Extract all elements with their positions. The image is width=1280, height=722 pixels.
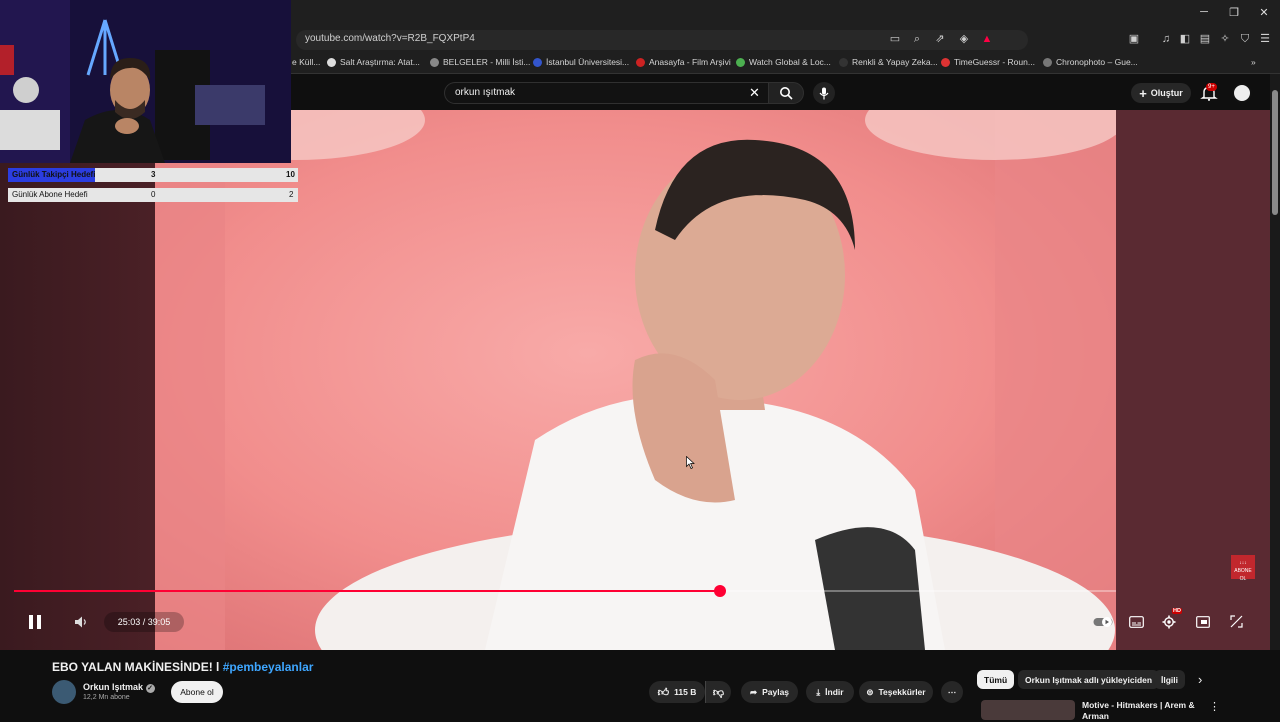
recommendation-menu-icon[interactable]: ⋮	[1209, 700, 1220, 713]
cast-icon[interactable]: ▭	[888, 32, 902, 46]
search-button[interactable]	[768, 82, 804, 104]
chip-from-uploader[interactable]: Orkun Işıtmak adlı yükleyiciden	[1018, 670, 1160, 689]
verified-icon: ✓	[145, 684, 155, 693]
share-page-icon[interactable]: ⇗	[933, 32, 947, 46]
vpn-icon[interactable]: ⛉	[1238, 32, 1252, 46]
chips-next-icon[interactable]: ›	[1198, 672, 1202, 687]
like-button[interactable]: 👍︎ 115 B	[649, 681, 705, 703]
search-query[interactable]: orkun ışıtmak	[455, 87, 515, 98]
bookmark-item[interactable]: Renkli & Yapay Zeka...	[839, 57, 938, 67]
down-arrows-icon: ↓↓↓	[1239, 560, 1247, 566]
settings-gear-icon[interactable]	[1162, 615, 1176, 629]
more-icon: ⋯	[947, 686, 957, 697]
subscriber-goal-label: Günlük Abone Hedefi	[12, 190, 88, 199]
pause-icon[interactable]	[28, 614, 42, 630]
dislike-button[interactable]: 👎︎	[705, 681, 731, 703]
scrollbar-thumb[interactable]	[1272, 90, 1278, 215]
bookmark-item[interactable]: TimeGuessr - Roun...	[941, 57, 1035, 67]
ai-icon[interactable]: ✧	[1218, 32, 1232, 46]
video-frame[interactable]	[155, 110, 1116, 650]
download-icon: ⤓	[816, 686, 821, 697]
chip-all[interactable]: Tümü	[977, 670, 1015, 689]
thumbs-up-icon: 👍︎	[657, 686, 670, 699]
subscriber-goal-current: 0	[151, 190, 156, 199]
account-avatar[interactable]	[1232, 83, 1252, 103]
bookmark-item[interactable]: İstanbul Üniversitesi...	[533, 57, 629, 67]
bookmark-item[interactable]: e Küll...	[292, 57, 320, 67]
shield-icon[interactable]: ◈	[957, 32, 971, 46]
more-actions-button[interactable]: ⋯	[941, 681, 963, 703]
wallet-icon[interactable]: ▤	[1198, 32, 1212, 46]
follower-goal-target: 10	[286, 170, 295, 179]
theater-mode-icon[interactable]	[1196, 616, 1210, 628]
webcam-feed	[0, 0, 291, 163]
clear-search-icon[interactable]: ✕	[749, 85, 760, 101]
share-icon: ➦	[749, 686, 758, 697]
recommendation-title[interactable]: Motive - Hitmakers | Arem & Arman	[1082, 700, 1197, 722]
hd-badge: HD	[1172, 608, 1182, 614]
music-icon[interactable]: ♫	[1159, 32, 1173, 46]
subscriber-count: 12,2 Mn abone	[83, 694, 130, 701]
follower-goal-label: Günlük Takipçi Hedefi	[12, 170, 96, 179]
progress-bar-played	[14, 590, 721, 592]
microphone-icon	[819, 87, 829, 99]
follower-goal-current: 3	[151, 170, 156, 179]
bookmark-item[interactable]: BELGELER - Milli İsti...	[430, 57, 530, 67]
sidebar-icon[interactable]: ◧	[1178, 32, 1192, 46]
subscribe-button[interactable]: Abone ol	[171, 681, 223, 703]
bookmark-item[interactable]: Watch Global & Loc...	[736, 57, 831, 67]
voice-search-button[interactable]	[813, 82, 835, 104]
thanks-icon: ⊜	[866, 686, 874, 697]
thumbs-down-icon: 👎︎	[712, 686, 725, 699]
notification-count-badge: 9+	[1206, 83, 1217, 91]
subscriber-goal-target: 2	[289, 190, 294, 199]
menu-icon[interactable]: ☰	[1258, 32, 1272, 46]
subtitles-icon[interactable]	[1129, 616, 1144, 628]
tab-manager-icon[interactable]: ▣	[1127, 32, 1141, 46]
brave-rewards-icon[interactable]: ▲	[980, 32, 994, 46]
download-button[interactable]: ⤓ İndir	[806, 681, 854, 703]
streamer-webcam	[0, 0, 291, 163]
chip-related[interactable]: İlgili	[1154, 670, 1185, 689]
bookmark-item[interactable]: Salt Araştırma: Atat...	[327, 57, 420, 67]
restore-icon[interactable]: ❐	[1226, 6, 1242, 19]
mouse-cursor-icon	[686, 456, 695, 469]
create-button[interactable]: + Oluştur	[1131, 83, 1191, 103]
autoplay-toggle-icon[interactable]	[1093, 616, 1113, 628]
channel-avatar[interactable]	[52, 680, 76, 704]
share-button[interactable]: ➦ Paylaş	[741, 681, 798, 703]
subscribe-watermark[interactable]: ↓↓↓ ABONE OL	[1231, 555, 1255, 582]
url-text[interactable]: youtube.com/watch?v=R2B_FQXPtP4	[305, 33, 475, 44]
fullscreen-icon[interactable]	[1230, 615, 1243, 628]
recommendation-thumbnail[interactable]	[981, 700, 1075, 720]
bookmark-item[interactable]: Anasayfa - Film Arşivi	[636, 57, 731, 67]
minimize-icon[interactable]: ─	[1196, 6, 1212, 18]
bookmarks-overflow-icon[interactable]: »	[1251, 57, 1256, 67]
bookmark-item[interactable]: Chronophoto – Gue...	[1043, 57, 1138, 67]
video-content	[155, 110, 1116, 650]
close-window-icon[interactable]: ✕	[1256, 6, 1272, 19]
time-display: 25:03 / 39:05	[104, 612, 184, 632]
video-title: EBO YALAN MAKİNESİNDE! l #pembeyalanlar	[52, 660, 314, 674]
plus-icon: +	[1139, 85, 1147, 101]
thanks-button[interactable]: ⊜ Teşekkürler	[859, 681, 933, 703]
hashtag-link[interactable]: #pembeyalanlar	[223, 660, 314, 674]
search-icon	[780, 87, 793, 100]
zoom-icon[interactable]: ⌕	[910, 32, 924, 46]
channel-name[interactable]: Orkun Işıtmak ✓	[83, 682, 155, 693]
volume-icon[interactable]	[74, 615, 88, 629]
